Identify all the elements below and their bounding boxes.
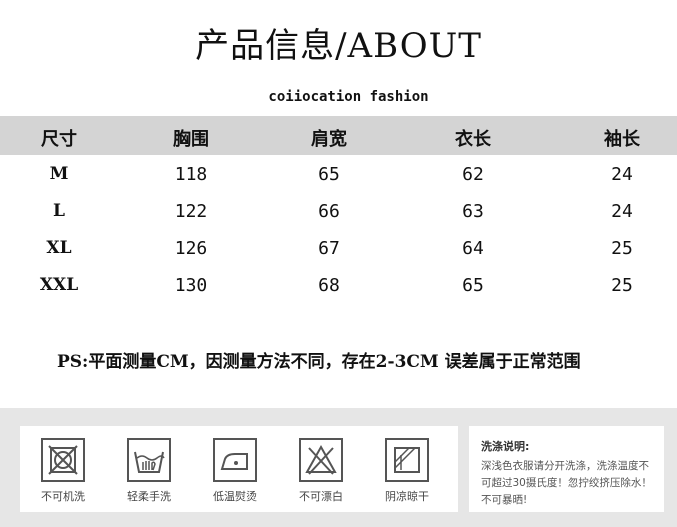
- cell-sleeve: 24: [611, 201, 633, 222]
- header-length: 衣长: [455, 129, 491, 150]
- header-sleeve: 袖长: [604, 129, 640, 150]
- care-section: 不可机洗 轻柔手洗 低温熨烫 不可漂白 阴凉晾干 洗涤说明: 深浅色衣服请分开洗…: [0, 408, 677, 527]
- header-shoulder: 肩宽: [311, 129, 347, 150]
- care-item-low-temp-iron: 低温熨烫: [205, 438, 265, 504]
- care-item-no-bleach: 不可漂白: [291, 438, 351, 504]
- no-bleach-icon: [299, 438, 343, 482]
- measurement-note: PS:平面测量CM，因测量方法不同，存在2-3CM 误差属于正常范围: [57, 352, 581, 372]
- brand-name: coiiocation fashion: [268, 89, 429, 105]
- cell-shoulder: 67: [318, 238, 340, 259]
- table-row: XXL 130 68 65 25: [0, 275, 677, 305]
- page-title: 产品信息/ABOUT: [195, 26, 482, 66]
- cell-chest: 126: [174, 238, 208, 259]
- wash-instructions-panel: 洗涤说明: 深浅色衣服请分开洗涤，洗涤温度不可超过30摄氏度！忽拧绞挤压除水！不…: [469, 426, 664, 512]
- cell-shoulder: 66: [318, 201, 340, 222]
- cell-length: 64: [462, 238, 484, 259]
- table-row: XL 126 67 64 25: [0, 238, 677, 268]
- cell-size: L: [53, 201, 65, 221]
- care-label: 低温熨烫: [213, 490, 257, 503]
- care-item-shade-dry: 阴凉晾干: [377, 438, 437, 504]
- cell-chest: 118: [174, 164, 208, 185]
- cell-shoulder: 65: [318, 164, 340, 185]
- cell-chest: 122: [174, 201, 208, 222]
- header-size: 尺寸: [41, 129, 77, 150]
- cell-sleeve: 25: [611, 238, 633, 259]
- no-machine-wash-icon: [41, 438, 85, 482]
- care-item-gentle-hand-wash: 轻柔手洗: [119, 438, 179, 504]
- care-icons-panel: 不可机洗 轻柔手洗 低温熨烫 不可漂白 阴凉晾干: [20, 426, 458, 512]
- cell-sleeve: 24: [611, 164, 633, 185]
- low-temp-iron-icon: [213, 438, 257, 482]
- size-table-header: 尺寸 胸围 肩宽 衣长 袖长: [0, 116, 677, 155]
- shade-dry-icon: [385, 438, 429, 482]
- care-label: 阴凉晾干: [385, 490, 429, 503]
- cell-length: 63: [462, 201, 484, 222]
- table-row: M 118 65 62 24: [0, 164, 677, 194]
- cell-shoulder: 68: [318, 275, 340, 296]
- cell-size: M: [49, 164, 69, 184]
- header-chest: 胸围: [173, 129, 209, 150]
- cell-length: 65: [462, 275, 484, 296]
- table-row: L 122 66 63 24: [0, 201, 677, 231]
- wash-instructions-text: 深浅色衣服请分开洗涤，洗涤温度不可超过30摄氏度！忽拧绞挤压除水！不可暴晒!: [481, 460, 652, 506]
- care-item-no-machine-wash: 不可机洗: [33, 438, 93, 504]
- care-label: 不可机洗: [41, 490, 85, 503]
- cell-length: 62: [462, 164, 484, 185]
- cell-size: XXL: [39, 275, 79, 295]
- cell-sleeve: 25: [611, 275, 633, 296]
- cell-chest: 130: [174, 275, 208, 296]
- care-label: 不可漂白: [299, 490, 343, 503]
- wash-instructions-title: 洗涤说明:: [481, 440, 530, 453]
- gentle-hand-wash-icon: [127, 438, 171, 482]
- care-label: 轻柔手洗: [127, 490, 171, 503]
- cell-size: XL: [46, 238, 72, 258]
